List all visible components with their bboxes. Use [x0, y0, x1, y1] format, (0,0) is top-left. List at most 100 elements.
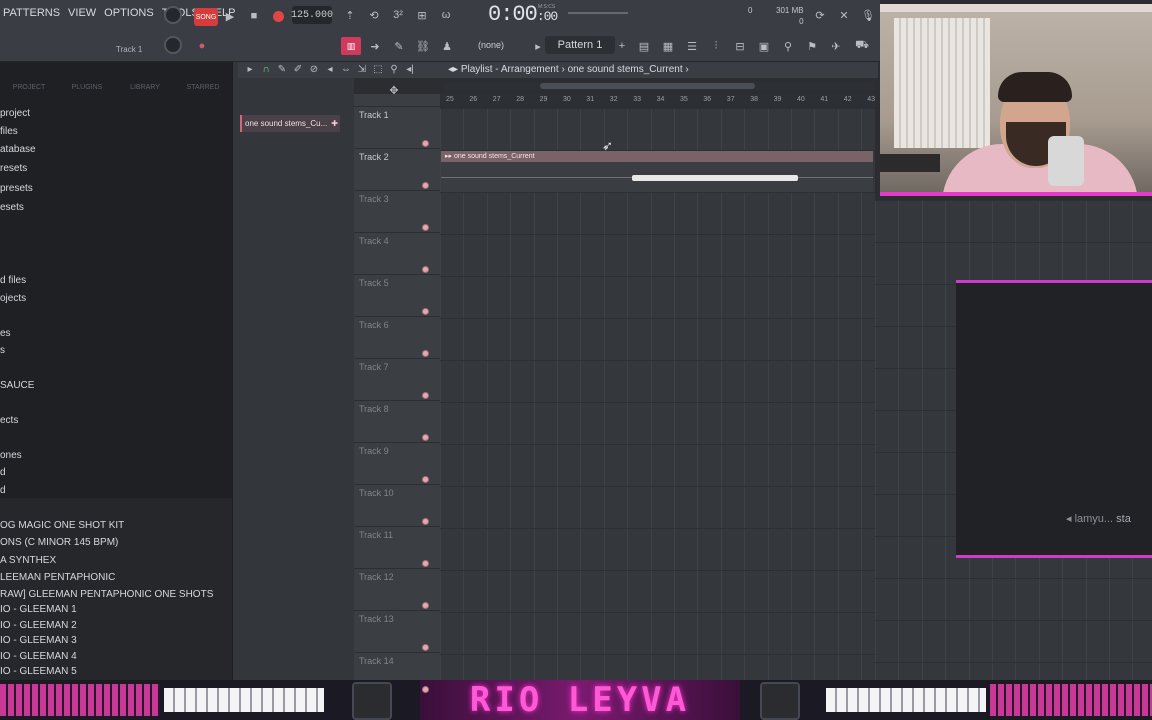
track-mute-led[interactable] [422, 266, 429, 273]
wand-icon[interactable]: ⚑ [802, 36, 822, 56]
slice-tool-icon[interactable]: ⇲ [356, 63, 368, 75]
snap-magnet-icon[interactable]: ∩ [260, 63, 272, 75]
track-name[interactable]: Track 3 [359, 194, 389, 204]
select-tool-icon[interactable]: ⬚ [372, 63, 384, 75]
playlist-menu-icon[interactable]: ▸ [244, 63, 256, 75]
browser-item[interactable]: resets [0, 163, 27, 174]
pattern-none-label[interactable]: (none) [478, 40, 504, 50]
add-pattern-icon[interactable]: + [612, 36, 632, 56]
playlist-grid[interactable] [440, 108, 875, 680]
browser-item[interactable]: SAUCE [0, 380, 34, 391]
loop-record-icon[interactable]: ⟲ [364, 5, 384, 25]
browser-tab-plugins[interactable]: PLUGINS [58, 84, 116, 100]
browser-tab-library[interactable]: LIBRARY [116, 84, 174, 100]
browser-item[interactable]: s [0, 345, 5, 356]
tempo-display[interactable]: 125.000 [291, 6, 333, 24]
browser-item[interactable]: d [0, 485, 6, 496]
track-mute-led[interactable] [422, 182, 429, 189]
typing-keyboard-icon[interactable]: ⊞ [412, 5, 432, 25]
track-name[interactable]: Track 5 [359, 278, 389, 288]
picker-clip-item[interactable]: one sound stems_Cu... ✚ [240, 115, 340, 132]
close-icon[interactable]: ✕ [834, 5, 854, 25]
project-icon[interactable]: ▣ [754, 36, 774, 56]
pattern-selector[interactable]: Pattern 1 [545, 36, 615, 54]
browser-item[interactable]: ojects [0, 293, 26, 304]
browser-lower-item[interactable]: IO - GLEEMAN 4 [0, 651, 77, 662]
paint-tool-icon[interactable]: ✐ [292, 63, 304, 75]
browser-item[interactable]: atabase [0, 144, 36, 155]
browser-item[interactable]: d [0, 467, 6, 478]
audio-clip-header[interactable]: ▸▸ one sound stems_Current [441, 151, 873, 162]
playlist-collapse-icon[interactable]: ◂▸ [448, 64, 461, 75]
track-name[interactable]: Track 1 [359, 110, 389, 120]
track-name[interactable]: Track 14 [359, 656, 394, 666]
track-name[interactable]: Track 10 [359, 488, 394, 498]
browser-item[interactable]: presets [0, 183, 33, 194]
browser-item[interactable]: ects [0, 415, 18, 426]
track-mute-led[interactable] [422, 644, 429, 651]
master-volume-knob[interactable] [164, 6, 182, 24]
track-mute-led[interactable] [422, 434, 429, 441]
track-mute-led[interactable] [422, 602, 429, 609]
track-mute-led[interactable] [422, 308, 429, 315]
track-name[interactable]: Track 7 [359, 362, 389, 372]
mixer-icon[interactable]: ⫶ [706, 36, 726, 56]
browser-item[interactable]: es [0, 328, 11, 339]
plugin-icon[interactable]: ⚲ [778, 36, 798, 56]
channel-rack-icon[interactable]: ☰ [682, 36, 702, 56]
piano-roll-icon[interactable]: ▦ [658, 36, 678, 56]
track-mute-led[interactable] [422, 392, 429, 399]
playback-tool-icon[interactable]: ◂| [404, 63, 416, 75]
browser-lower-item[interactable]: IO - GLEEMAN 3 [0, 635, 77, 646]
browser-lower-item[interactable]: IO - GLEEMAN 5 [0, 666, 77, 677]
browser-lower-item[interactable]: OG MAGIC ONE SHOT KIT [0, 520, 124, 531]
browser-tab-project[interactable]: PROJECT [0, 84, 58, 100]
playlist-toggle-button[interactable]: ▥ [341, 37, 361, 55]
browser-item[interactable]: project [0, 108, 30, 119]
track-mute-led[interactable] [422, 560, 429, 567]
track-name[interactable]: Track 4 [359, 236, 389, 246]
track-name[interactable]: Track 6 [359, 320, 389, 330]
track-mute-led[interactable] [422, 350, 429, 357]
browser-item[interactable]: esets [0, 202, 24, 213]
track-name[interactable]: Track 2 [359, 152, 389, 162]
browser-lower-item[interactable]: IO - GLEEMAN 1 [0, 604, 77, 615]
track-name[interactable]: Track 13 [359, 614, 394, 624]
cpu-icon[interactable]: ⟳ [810, 5, 830, 25]
browser-lower-item[interactable]: A SYNTHEX [0, 555, 56, 566]
slip-tool-icon[interactable]: ⇔ [340, 63, 352, 75]
browser-lower-item[interactable]: LEEMAN PENTAPHONIC [0, 572, 115, 583]
track-mute-led[interactable] [422, 140, 429, 147]
menu-options[interactable]: OPTIONS [103, 6, 155, 24]
timeline-ruler[interactable]: 25 26 27 28 29 30 31 32 33 34 35 36 37 38 39 40 41 42 43 [440, 94, 875, 108]
track-name[interactable]: Track 9 [359, 446, 389, 456]
mute-tool-icon[interactable]: ◂ [324, 63, 336, 75]
browser-lower-item[interactable]: ONS (C MINOR 145 BPM) [0, 537, 118, 548]
track-mute-led[interactable] [422, 518, 429, 525]
delete-tool-icon[interactable]: ⊘ [308, 63, 320, 75]
browser-lower-item[interactable]: RAW] GLEEMAN PENTAPHONIC ONE SHOTS [0, 589, 213, 600]
browser-item[interactable]: d files [0, 275, 26, 286]
track-mute-led[interactable] [422, 224, 429, 231]
arrow-right-icon[interactable]: ➜ [365, 36, 385, 56]
channel-knob[interactable] [164, 36, 182, 54]
metronome-icon[interactable]: ⇡ [340, 5, 360, 25]
song-mode-toggle[interactable]: SONG [194, 8, 218, 26]
track-mute-led[interactable] [422, 476, 429, 483]
draw-tool-icon[interactable]: ✎ [276, 63, 288, 75]
browser-item[interactable]: files [0, 126, 18, 137]
scrollbar-thumb[interactable] [540, 83, 755, 89]
browser-tree-icon[interactable]: ⊟ [730, 36, 750, 56]
link-icon[interactable]: ⛓ [413, 36, 433, 56]
blend-notes-icon[interactable]: ω [436, 5, 456, 25]
browser-item[interactable]: ones [0, 450, 22, 461]
menu-view[interactable]: VIEW [67, 6, 97, 24]
microphone-icon[interactable]: 🎙 [858, 5, 878, 25]
menu-patterns[interactable]: PATTERNS [2, 6, 61, 24]
step-edit-icon[interactable]: 3² [388, 5, 408, 25]
zoom-tool-icon[interactable]: ⚲ [388, 63, 400, 75]
record-button[interactable] [268, 6, 288, 26]
stop-button[interactable]: ■ [244, 6, 264, 26]
stamp-icon[interactable]: ♟ [437, 36, 457, 56]
cart-icon[interactable]: ⛟ [852, 36, 872, 56]
